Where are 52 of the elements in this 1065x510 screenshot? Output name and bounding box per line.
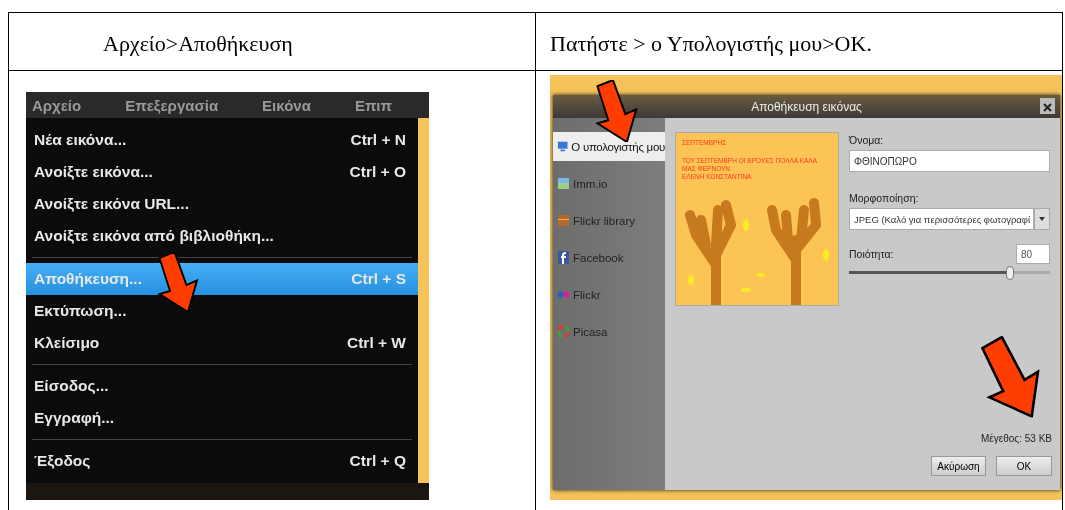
dialog-button[interactable]: Ακύρωση bbox=[931, 456, 986, 476]
menu-item-label: Έξοδος bbox=[34, 452, 91, 470]
menu-item[interactable]: Είσοδος... bbox=[26, 370, 418, 402]
destination-item[interactable]: Flickr library bbox=[553, 206, 665, 235]
menu-item[interactable]: Εγγραφή... bbox=[26, 402, 418, 434]
field-label: Ποιότητα: bbox=[849, 248, 894, 260]
menu-item[interactable]: Εκτύπωση... bbox=[26, 295, 418, 327]
slider-thumb[interactable] bbox=[1005, 266, 1014, 280]
menu-bar-item[interactable]: Αρχείο bbox=[32, 96, 82, 114]
menu-bar-item[interactable]: Επιπ bbox=[354, 96, 393, 114]
name-field[interactable]: ΦΘΙΝΟΠΩΡΟ bbox=[849, 150, 1050, 172]
shortcut-text: Ctrl + Q bbox=[349, 452, 406, 470]
quality-field[interactable]: 80 bbox=[1016, 244, 1050, 264]
menu-item[interactable]: Νέα εικόνα... Ctrl + N bbox=[26, 124, 418, 156]
menu-item[interactable]: Ανοίξτε εικόνα URL... bbox=[26, 188, 418, 220]
menu-item-label: Κλείσιμο bbox=[34, 334, 100, 352]
dialog-title: Αποθήκευση εικόνας bbox=[751, 99, 862, 114]
dropdown-button[interactable] bbox=[1034, 208, 1050, 230]
menu-item[interactable]: Έξοδος Ctrl + Q bbox=[26, 445, 418, 477]
menu-item-label: Αποθήκευση... bbox=[34, 270, 142, 288]
close-button[interactable] bbox=[1040, 98, 1055, 114]
menu-item-label: Ανοίξτε εικόνα από βιβλιοθήκη... bbox=[34, 227, 274, 245]
file-size-text: Μέγεθος: 53 KB bbox=[981, 433, 1052, 444]
menu-item[interactable]: Ανοίξτε εικόνα... Ctrl + O bbox=[26, 156, 418, 188]
close-icon bbox=[1043, 103, 1052, 112]
destination-item[interactable]: Ο υπολογιστής μου bbox=[553, 132, 665, 161]
monitor-icon bbox=[557, 140, 569, 153]
shortcut-text: Ctrl + S bbox=[351, 270, 406, 288]
menu-item-label: Εκτύπωση... bbox=[34, 302, 127, 320]
menu-item[interactable]: Κλείσιμο Ctrl + W bbox=[26, 327, 418, 359]
book-icon bbox=[557, 214, 570, 227]
menu-item[interactable]: Ανοίξτε εικόνα από βιβλιοθήκη... bbox=[26, 220, 418, 252]
menu-item-label: Ανοίξτε εικόνα... bbox=[34, 163, 153, 181]
menu-item-label: Ανοίξτε εικόνα URL... bbox=[34, 195, 189, 213]
ring-icon bbox=[557, 325, 570, 338]
instruction-text: Αρχείο>Αποθήκευση bbox=[103, 31, 293, 56]
shortcut-text: Ctrl + N bbox=[350, 131, 406, 149]
menu-item-label: Είσοδος... bbox=[34, 377, 109, 395]
facebook-icon bbox=[557, 251, 570, 264]
menu-bar-item[interactable]: Επεξεργασία bbox=[125, 96, 219, 114]
dialog-button[interactable]: OK bbox=[996, 456, 1052, 476]
menu-item-label: Εγγραφή... bbox=[34, 409, 115, 427]
instruction-text: Πατήστε > ο Υπολογιστής μου>OK. bbox=[550, 31, 872, 56]
menu-item-label: Νέα εικόνα... bbox=[34, 131, 127, 149]
caret-icon bbox=[1039, 217, 1045, 221]
picture-icon bbox=[557, 177, 570, 190]
field-label: Όνομα: bbox=[849, 134, 885, 146]
shortcut-text: Ctrl + O bbox=[349, 163, 406, 181]
format-dropdown[interactable]: JPEG (Καλό για περισσότερες φωτογραφί bbox=[849, 208, 1034, 230]
field-label: Μορφοποίηση: bbox=[849, 192, 920, 204]
shortcut-text: Ctrl + W bbox=[347, 334, 406, 352]
menu-bar-item[interactable]: Εικόνα bbox=[262, 96, 311, 114]
